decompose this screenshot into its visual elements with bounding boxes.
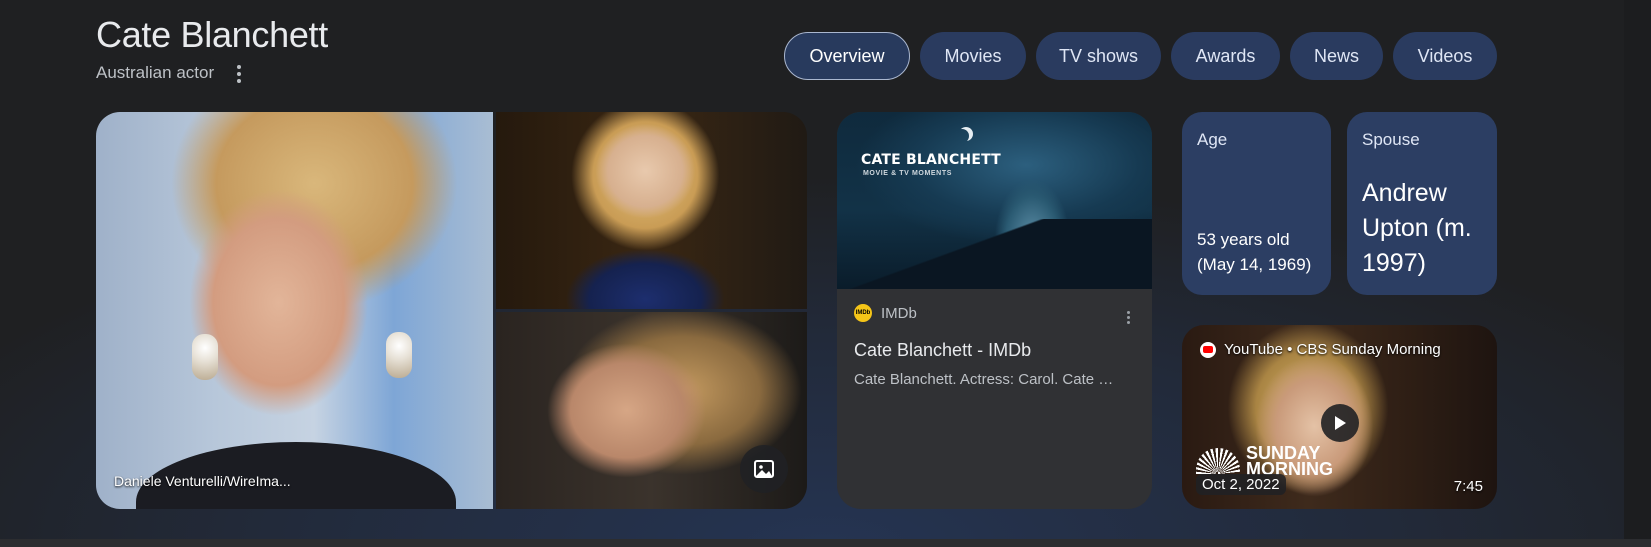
- fact-label: Spouse: [1362, 130, 1420, 149]
- birth-date: (May 14, 1969): [1197, 255, 1312, 274]
- thumbnail-subtitle: MOVIE & TV MOMENTS: [863, 170, 952, 177]
- more-options-icon[interactable]: [231, 64, 247, 84]
- mountain-shape: [837, 219, 1152, 289]
- page-edge: [1624, 0, 1651, 539]
- tab-tv-shows[interactable]: TV shows: [1036, 32, 1161, 80]
- tab-news[interactable]: News: [1290, 32, 1383, 80]
- tab-overview[interactable]: Overview: [784, 32, 910, 80]
- spouse-card[interactable]: Spouse Andrew Upton (m. 1997): [1347, 112, 1497, 295]
- video-duration: 7:45: [1453, 478, 1483, 495]
- result-title[interactable]: Cate Blanchett - IMDb: [854, 340, 1031, 361]
- entity-subtitle: Australian actor: [96, 63, 215, 82]
- image-icon[interactable]: [740, 445, 788, 493]
- earring-shape: [386, 332, 412, 378]
- video-source: YouTube • CBS Sunday Morning: [1224, 341, 1441, 358]
- tab-awards[interactable]: Awards: [1171, 32, 1280, 80]
- fact-value: 53 years old (May 14, 1969): [1197, 227, 1311, 277]
- main-photo[interactable]: Daniele Venturelli/WireIma...: [96, 112, 493, 509]
- age-value: 53 years old: [1197, 230, 1290, 249]
- divider: [0, 539, 1651, 547]
- age-card[interactable]: Age 53 years old (May 14, 1969): [1182, 112, 1331, 295]
- imdb-result-card[interactable]: CATE BLANCHETT MOVIE & TV MOMENTS IMDb I…: [837, 112, 1152, 509]
- play-icon[interactable]: [1321, 404, 1359, 442]
- tab-movies[interactable]: Movies: [920, 32, 1026, 80]
- imdb-logo-icon: IMDb: [854, 304, 872, 322]
- fact-label: Age: [1197, 130, 1228, 149]
- video-date: Oct 2, 2022: [1196, 474, 1286, 495]
- thumbnail-title: CATE BLANCHETT: [861, 152, 1001, 168]
- photo-credit: Daniele Venturelli/WireIma...: [114, 473, 291, 489]
- youtube-icon: [1200, 341, 1216, 358]
- earring-shape: [192, 334, 218, 380]
- spouse-value: Andrew Upton (m. 1997): [1362, 179, 1472, 277]
- page-title: Cate Blanchett: [96, 14, 328, 55]
- moon-shape: [955, 129, 969, 143]
- sun-icon: [1196, 448, 1240, 474]
- video-card[interactable]: YouTube • CBS Sunday Morning SUNDAY MORN…: [1182, 325, 1497, 509]
- more-options-icon[interactable]: [1124, 310, 1134, 326]
- result-snippet: Cate Blanchett. Actress: Carol. Cate Bla…: [854, 371, 1114, 388]
- video-thumbnail[interactable]: CATE BLANCHETT MOVIE & TV MOMENTS: [837, 112, 1152, 289]
- show-name: SUNDAY MORNING: [1246, 444, 1333, 478]
- tab-videos[interactable]: Videos: [1393, 32, 1497, 80]
- source-name: IMDb: [881, 304, 917, 322]
- source-row: IMDb IMDb: [854, 304, 917, 322]
- show-logo: SUNDAY MORNING: [1196, 444, 1333, 478]
- secondary-photo[interactable]: [496, 112, 807, 309]
- video-source-row: YouTube • CBS Sunday Morning: [1200, 341, 1441, 358]
